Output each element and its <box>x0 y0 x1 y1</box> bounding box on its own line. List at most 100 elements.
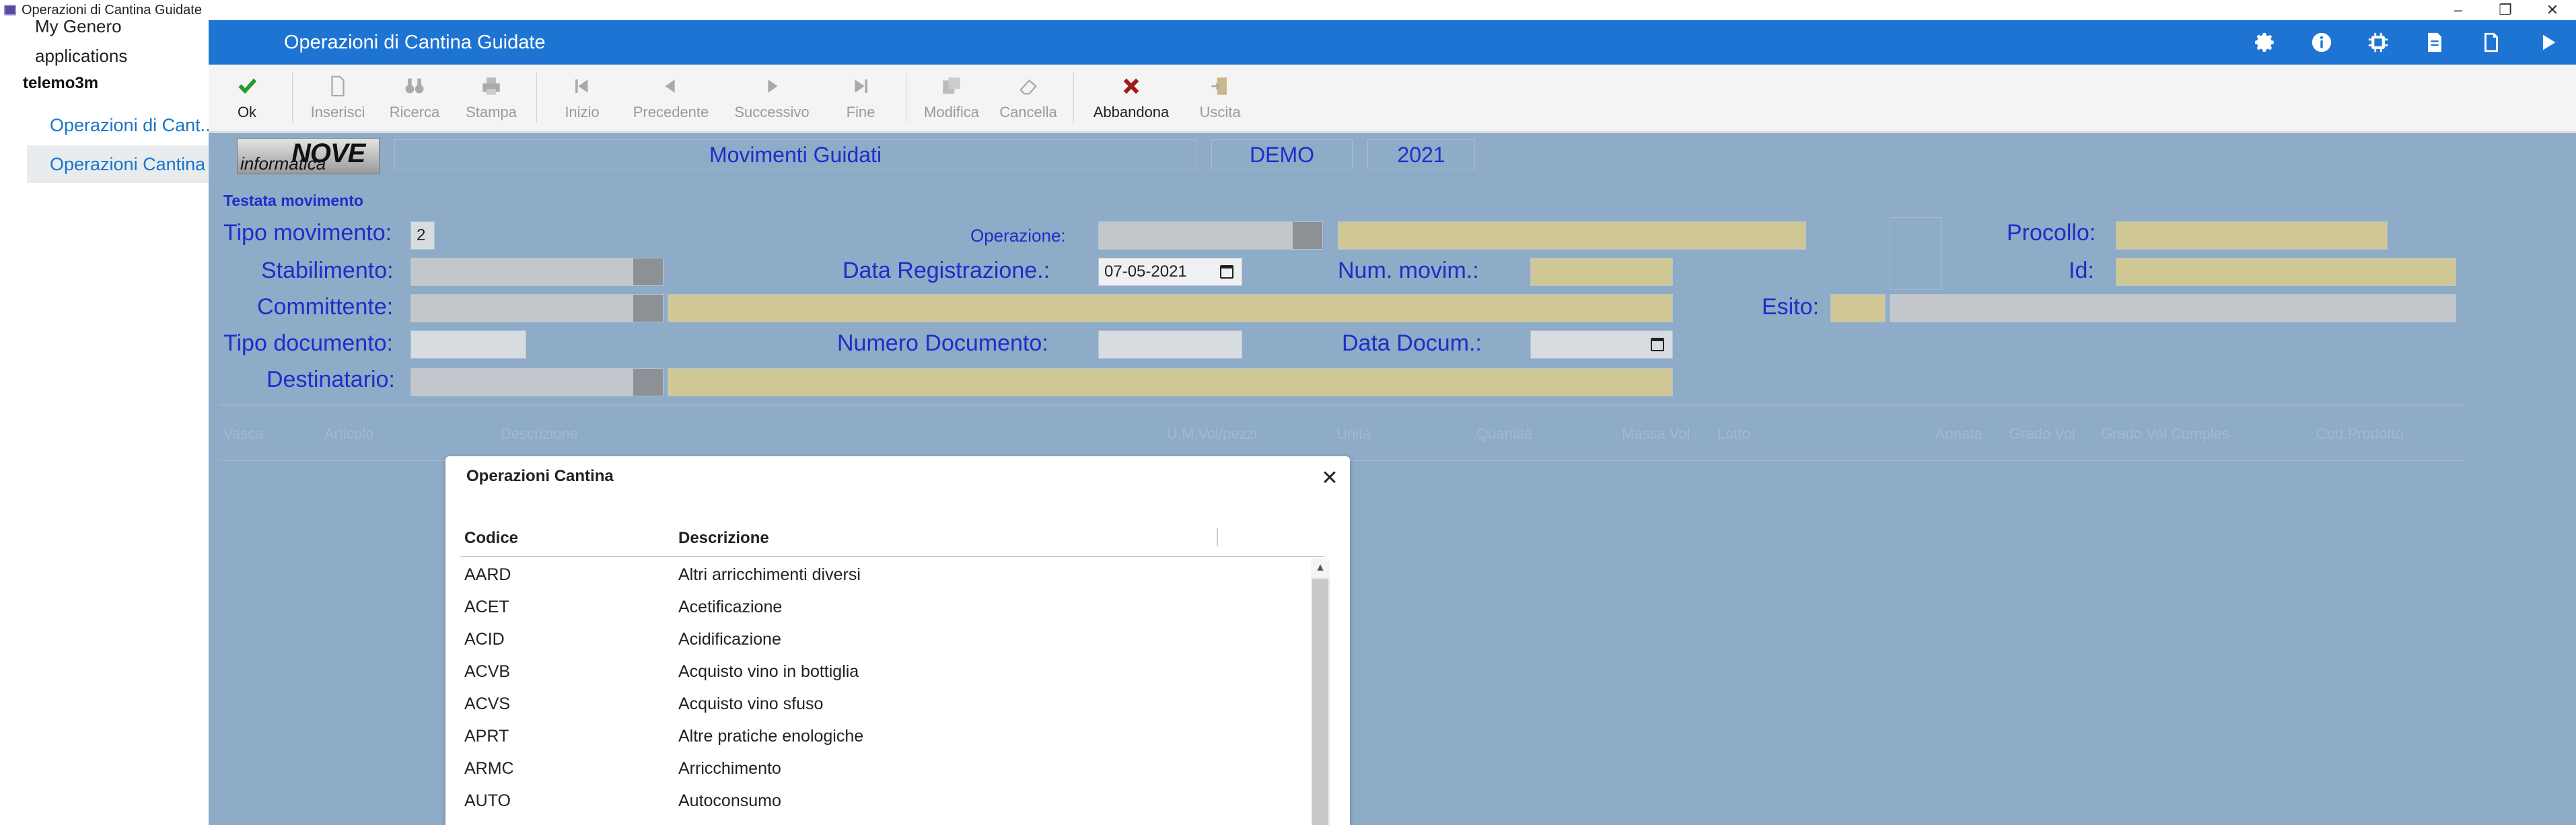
uscita-button[interactable]: Uscita <box>1182 65 1258 132</box>
toolbar-separator <box>1073 73 1074 122</box>
gear-icon[interactable] <box>2237 20 2293 65</box>
abbandona-button[interactable]: Abbandona <box>1081 65 1182 132</box>
id-field[interactable] <box>2116 258 2456 286</box>
numero-documento-label: Numero Documento: <box>837 330 1048 356</box>
nav-link-operazioni-cantina[interactable]: Operazioni Cantina <box>27 145 209 183</box>
restore-icon[interactable]: ❐ <box>2482 0 2529 20</box>
table-row[interactable]: ACET Acetificazione <box>445 591 1314 623</box>
grid-col-vasca[interactable]: Vasca <box>223 425 264 443</box>
row-codice: ACVB <box>464 662 511 681</box>
os-titlebar: Operazioni di Cantina Guidate – ❐ ✕ <box>0 0 2576 20</box>
grid-col-lotto[interactable]: Lotto <box>1717 425 1750 443</box>
table-row[interactable]: ACVB Acquisto vino in bottiglia <box>445 655 1314 688</box>
grid-col-unita[interactable]: Unità <box>1336 425 1371 443</box>
procollo-field[interactable] <box>2116 221 2388 250</box>
stampa-button[interactable]: Stampa <box>453 65 530 132</box>
calendar-icon[interactable] <box>1220 265 1233 279</box>
grid-separator <box>219 404 2466 406</box>
operazione-description-field <box>1338 221 1806 250</box>
grid-col-grado-vol-comples[interactable]: Grado Vol Comples <box>2101 425 2229 443</box>
table-row[interactable]: APRT Altre pratiche enologiche <box>445 720 1314 752</box>
successivo-label: Successivo <box>734 104 810 120</box>
precedente-button[interactable]: Precedente <box>620 65 721 132</box>
chevron-down-icon[interactable] <box>633 258 663 285</box>
last-record-icon <box>847 73 874 100</box>
scroll-up-icon[interactable]: ▲ <box>1311 559 1330 577</box>
data-registrazione-label: Data Registrazione.: <box>843 258 1050 283</box>
scroll-thumb[interactable] <box>1312 579 1328 825</box>
logo-big-text: NOVE <box>291 139 365 168</box>
tipo-documento-field[interactable] <box>410 330 526 359</box>
fine-button[interactable]: Fine <box>822 65 899 132</box>
data-docum-field[interactable] <box>1530 330 1673 359</box>
document-icon[interactable] <box>2406 20 2463 65</box>
destinatario-combo[interactable] <box>410 368 664 396</box>
calendar-icon[interactable] <box>1651 338 1664 351</box>
chevron-down-icon[interactable] <box>633 295 663 322</box>
grid-col-um[interactable]: U.M.Vol/pezzi <box>1167 425 1258 443</box>
col-header-codice[interactable]: Codice <box>464 529 518 548</box>
row-codice: APRT <box>464 727 509 746</box>
num-movim-label: Num. movim.: <box>1338 258 1479 283</box>
numero-documento-field[interactable] <box>1098 330 1242 359</box>
destinatario-label: Destinatario: <box>266 367 395 392</box>
inserisci-button[interactable]: Inserisci <box>299 65 376 132</box>
close-icon[interactable]: ✕ <box>1319 468 1340 490</box>
precedente-label: Precedente <box>633 104 709 120</box>
row-codice: ARMC <box>464 759 514 778</box>
grid-col-grado-vol[interactable]: Grado Vol <box>2009 425 2075 443</box>
stampa-label: Stampa <box>466 104 517 120</box>
nav-heading-applications[interactable]: applications <box>35 46 127 67</box>
close-window-icon[interactable]: ✕ <box>2529 0 2576 20</box>
stabilimento-combo[interactable] <box>410 258 664 286</box>
row-descrizione: Autoconsumo <box>678 791 781 810</box>
chip-icon[interactable] <box>2350 20 2406 65</box>
grid-col-quantita[interactable]: Quantità <box>1476 425 1532 443</box>
data-registrazione-field[interactable]: 07-05-2021 <box>1098 258 1242 286</box>
edit-icon <box>938 73 965 100</box>
nav-user[interactable]: telemo3m <box>23 74 98 93</box>
chevron-down-icon[interactable] <box>633 369 663 396</box>
col-header-descrizione[interactable]: Descrizione <box>678 529 769 548</box>
num-movim-field[interactable] <box>1530 258 1673 286</box>
ricerca-label: Ricerca <box>389 104 440 120</box>
stabilimento-label: Stabilimento: <box>261 258 394 283</box>
row-codice: ACID <box>464 630 505 649</box>
inizio-button[interactable]: Inizio <box>544 65 620 132</box>
tipo-movimento-label: Tipo movimento: <box>223 220 392 246</box>
esito-code-field[interactable] <box>1830 294 1886 322</box>
table-row[interactable]: AUTO Autoconsumo <box>445 785 1314 817</box>
tipo-movimento-value: 2 <box>417 226 426 244</box>
successivo-button[interactable]: Successivo <box>721 65 822 132</box>
ricerca-button[interactable]: Ricerca <box>376 65 453 132</box>
committente-combo[interactable] <box>410 294 664 322</box>
grid-col-massa-vol[interactable]: Massa Vol <box>1622 425 1690 443</box>
header-icons <box>2237 20 2576 65</box>
new-document-icon[interactable] <box>2463 20 2519 65</box>
table-row[interactable]: AARD Altri arricchimenti diversi <box>445 559 1314 591</box>
chevron-down-icon[interactable] <box>1293 222 1322 249</box>
modifica-button[interactable]: Modifica <box>913 65 990 132</box>
play-icon[interactable] <box>2519 20 2576 65</box>
printer-icon <box>478 73 505 100</box>
column-divider[interactable] <box>1217 528 1218 546</box>
table-row[interactable]: ACID Acidificazione <box>445 623 1314 655</box>
grid-col-cod-prodotto[interactable]: Cod.Prodotto <box>2316 425 2404 443</box>
nav-link-operazioni-guidate[interactable]: Operazioni di Cant... <box>27 106 209 144</box>
table-row[interactable]: ARMC Arricchimento <box>445 752 1314 785</box>
operazione-combo[interactable] <box>1098 221 1323 250</box>
nav-heading-my-genero[interactable]: My Genero <box>35 16 122 37</box>
next-record-icon <box>758 73 785 100</box>
grid-col-annata[interactable]: Annata <box>1935 425 1982 443</box>
info-icon[interactable] <box>2293 20 2350 65</box>
committente-label: Committente: <box>257 294 394 320</box>
minimize-icon[interactable]: – <box>2435 0 2482 20</box>
cancella-button[interactable]: Cancella <box>990 65 1067 132</box>
tipo-movimento-field[interactable]: 2 <box>410 221 435 250</box>
dialog-scrollbar[interactable]: ▲ <box>1311 559 1330 825</box>
grid-col-articolo[interactable]: Articolo <box>324 425 373 443</box>
grid-col-descrizione[interactable]: Descrizione <box>501 425 578 443</box>
table-row[interactable]: ACVS Acquisto vino sfuso <box>445 688 1314 720</box>
row-codice: ACET <box>464 598 509 616</box>
ok-button[interactable]: Ok <box>209 65 285 132</box>
